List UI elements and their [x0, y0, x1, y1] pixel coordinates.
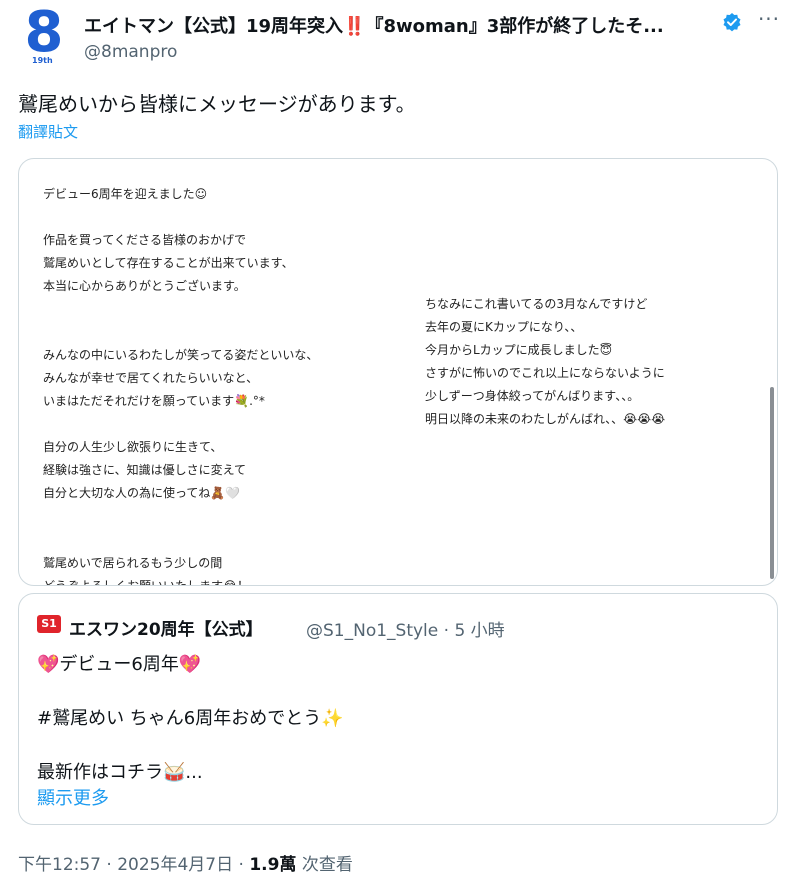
note-line: 鷲尾めいで居られるもう少しの間 [43, 556, 223, 570]
quote-hashtag-line[interactable]: #鷲尾めい ちゃん6周年おめでとう✨ [37, 704, 344, 730]
scrollbar-thumb[interactable] [770, 387, 774, 579]
note-line: デビュー6周年を迎えました☺︎ [43, 187, 208, 201]
quote-text-line: 💖デビュー6周年💖 [37, 654, 202, 675]
note-line: ちなみにこれ書いてるの3月なんですけど [425, 297, 648, 311]
note-line: みんなの中にいるわたしが笑ってる姿だといいな、 [43, 348, 319, 362]
quoted-tweet[interactable]: S1 エスワン20周年【公式】 @S1_No1_Style · 5 小時 💖デビ… [18, 593, 778, 825]
translate-post-link[interactable]: 翻譯貼文 [18, 121, 78, 142]
note-line: いまはただそれだけを願っています💐.°* [43, 394, 265, 408]
quote-handle-time: @S1_No1_Style · 5 小時 [306, 621, 505, 641]
note-line: さすがに怖いのでこれ以上にならないように [425, 366, 665, 380]
note-line: みんなが幸せで居てくれたらいいなと、 [43, 371, 259, 385]
note-line: 鷲尾めいとして存在することが出来ています、 [43, 256, 294, 270]
display-name[interactable]: エイトマン【公式】19周年突入‼️『8woman』3部作が終了したそ... [84, 12, 664, 38]
views-label: 次查看 [296, 855, 353, 874]
note-line: 今月からLカップに成長しました😇 [425, 343, 613, 357]
avatar[interactable]: 8 19th [18, 0, 70, 66]
tweet-footer-meta: 下午12:57 · 2025年4月7日 · 1.9萬 次查看 [18, 850, 353, 874]
quote-display-name[interactable]: エスワン20周年【公式】 [69, 615, 263, 640]
note-line: 明日以降の未来のわたしがんばれ、、😭😭😭 [425, 412, 666, 426]
note-line: 自分の人生少し欲張りに生きて、 [43, 440, 223, 454]
note-line: どうぞよろしくお願いいたします😂！ [43, 579, 250, 586]
note-line: 少しずーつ身体絞ってがんばります、、。 [425, 389, 640, 403]
more-options-button[interactable]: ··· [754, 9, 784, 36]
user-handle[interactable]: @8manpro [84, 42, 177, 62]
tweet-text: 鷲尾めいから皆様にメッセージがあります。 [18, 92, 416, 116]
avatar-logo-sub: 19th [32, 56, 53, 65]
quote-text-line: 最新作はコチラ🥁... [37, 762, 203, 783]
tweet-media-image[interactable]: デビュー6周年を迎えました☺︎ 作品を買ってくださる皆様のおかげで 鷲尾めいとし… [18, 158, 778, 586]
note-line: 本当に心からありがとうございます。 [43, 279, 246, 293]
verified-badge-icon [723, 13, 741, 32]
note-line: 経験は強さに、知識は優しさに変えて [43, 463, 247, 477]
views-count: 1.9萬 [249, 855, 297, 874]
quote-avatar-logo[interactable]: S1 [37, 615, 61, 633]
show-more-link[interactable]: 顯示更多 [37, 784, 109, 810]
note-line: 作品を買ってくださる皆様のおかげで [43, 233, 247, 247]
note-line: 自分と大切な人の為に使ってね🧸🤍 [43, 486, 241, 500]
tweet-header: 8 19th エイトマン【公式】19周年突入‼️『8woman』3部作が終了した… [0, 0, 800, 80]
note-line: 去年の夏にKカップになり、、 [425, 320, 583, 334]
timestamp[interactable]: 下午12:57 · 2025年4月7日 · [18, 855, 249, 874]
